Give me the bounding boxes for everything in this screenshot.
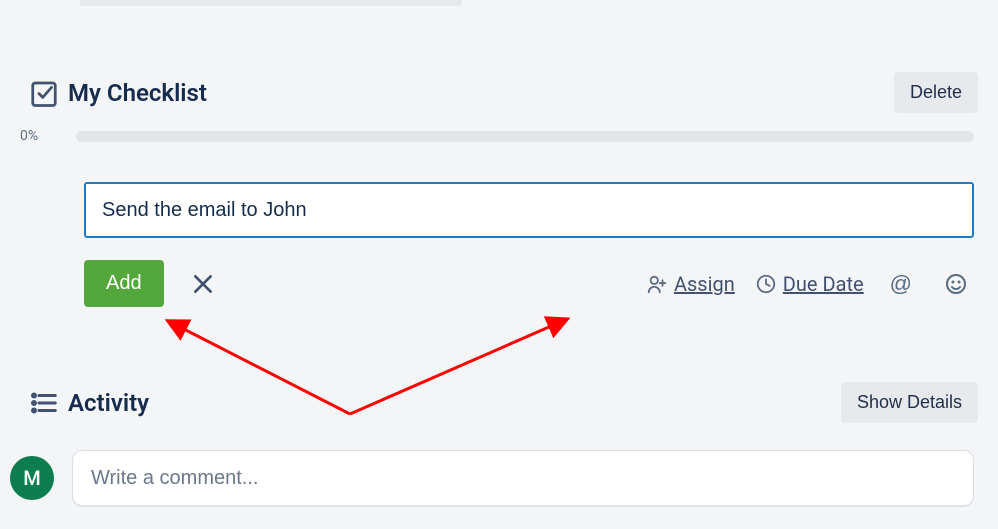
emoji-icon bbox=[944, 272, 968, 296]
activity-title: Activity bbox=[68, 389, 149, 417]
comment-row: M bbox=[10, 450, 974, 506]
assign-button[interactable]: Assign bbox=[646, 272, 735, 296]
checklist-icon bbox=[20, 78, 68, 108]
cancel-button[interactable] bbox=[184, 265, 222, 303]
previous-section-stub bbox=[80, 0, 462, 6]
mention-button[interactable]: @ bbox=[884, 265, 918, 303]
mention-icon: @ bbox=[890, 271, 912, 297]
assign-label: Assign bbox=[674, 272, 735, 296]
progress-row: 0% bbox=[20, 128, 974, 144]
show-details-button[interactable]: Show Details bbox=[841, 382, 978, 423]
checklist-item-toolbar: Add Assign Due Date @ bbox=[84, 260, 974, 307]
checklist-title: My Checklist bbox=[68, 79, 207, 107]
activity-icon bbox=[20, 388, 68, 418]
due-date-label: Due Date bbox=[783, 272, 864, 296]
due-date-button[interactable]: Due Date bbox=[755, 272, 864, 296]
clock-icon bbox=[755, 273, 777, 295]
close-icon bbox=[190, 271, 216, 297]
checklist-item-input[interactable] bbox=[84, 182, 974, 238]
add-button[interactable]: Add bbox=[84, 260, 164, 307]
activity-header: Activity Show Details bbox=[20, 382, 978, 423]
emoji-button[interactable] bbox=[938, 266, 974, 302]
comment-input[interactable] bbox=[72, 450, 974, 506]
assign-icon bbox=[646, 273, 668, 295]
avatar[interactable]: M bbox=[10, 456, 54, 500]
progress-percent: 0% bbox=[20, 128, 64, 144]
progress-bar bbox=[76, 131, 974, 142]
checklist-item-input-wrap bbox=[84, 182, 974, 238]
checklist-header: My Checklist Delete bbox=[20, 72, 978, 113]
delete-checklist-button[interactable]: Delete bbox=[894, 72, 978, 113]
